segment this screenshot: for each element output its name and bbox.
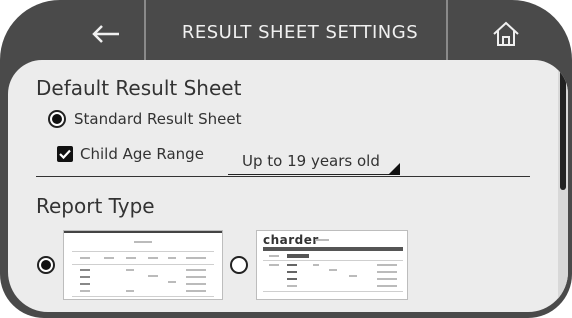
thumb-header-bar xyxy=(64,231,222,233)
thumb-line xyxy=(72,251,214,252)
thumb-text xyxy=(329,269,337,271)
thumb-header-bar xyxy=(263,247,403,251)
dropdown-corner-icon xyxy=(388,163,400,175)
child-age-range-checkbox[interactable] xyxy=(57,146,73,162)
thumb-text xyxy=(287,278,297,280)
standard-result-sheet-label: Standard Result Sheet xyxy=(74,110,242,128)
thumb-text xyxy=(287,264,297,266)
default-result-sheet-heading: Default Result Sheet xyxy=(36,76,242,100)
standard-report-thumbnail[interactable] xyxy=(63,230,223,300)
check-icon xyxy=(59,149,71,160)
thumb-text xyxy=(168,257,176,259)
thumb-text xyxy=(313,264,319,266)
top-bar: RESULT SHEET SETTINGS xyxy=(0,0,572,68)
thumb-line xyxy=(72,264,214,265)
thumb-text xyxy=(269,264,279,266)
back-arrow-icon xyxy=(92,25,119,43)
thumb-text xyxy=(377,271,397,273)
home-button[interactable] xyxy=(478,14,534,54)
thumb-text xyxy=(377,278,397,280)
charder-report-thumbnail[interactable]: charder xyxy=(256,230,408,300)
thumb-text xyxy=(148,275,158,277)
settings-panel: Default Result Sheet Standard Result She… xyxy=(8,60,568,312)
thumb-text xyxy=(349,275,357,277)
thumb-text xyxy=(80,276,90,278)
thumb-text xyxy=(269,255,279,257)
device-frame: RESULT SHEET SETTINGS Default Result She… xyxy=(0,0,572,318)
child-age-range-value: Up to 19 years old xyxy=(242,152,380,170)
thumb-text xyxy=(186,283,206,285)
thumb-title-text xyxy=(315,239,329,241)
thumb-text xyxy=(126,290,134,292)
child-age-range-dropdown[interactable]: Up to 19 years old xyxy=(228,152,400,175)
thumb-text xyxy=(186,269,206,271)
page-title: RESULT SHEET SETTINGS xyxy=(181,22,419,43)
thumb-text xyxy=(287,285,297,287)
thumb-text xyxy=(104,257,114,259)
thumb-line xyxy=(263,260,403,261)
header-divider-left xyxy=(144,0,146,68)
thumb-text xyxy=(186,276,206,278)
report-type-heading: Report Type xyxy=(36,194,155,218)
thumb-text xyxy=(148,257,158,259)
thumb-text xyxy=(126,257,136,259)
thumb-text xyxy=(186,290,206,292)
thumb-line xyxy=(72,296,214,297)
thumb-text xyxy=(168,281,176,283)
child-age-range-label: Child Age Range xyxy=(80,145,204,163)
thumb-brand-text: charder xyxy=(263,233,319,247)
thumb-text xyxy=(186,257,206,259)
header-divider-right xyxy=(446,0,448,68)
charder-report-radio[interactable] xyxy=(230,256,248,274)
thumb-title-text xyxy=(134,241,152,243)
thumb-text xyxy=(80,283,90,285)
thumb-text xyxy=(80,257,90,259)
standard-report-radio[interactable] xyxy=(37,256,55,274)
section-divider xyxy=(36,176,530,177)
back-button[interactable] xyxy=(78,14,134,54)
thumb-line xyxy=(263,291,403,292)
thumb-text xyxy=(126,269,134,271)
standard-result-sheet-radio[interactable] xyxy=(48,110,66,128)
thumb-text xyxy=(287,271,297,273)
thumb-header-block xyxy=(287,254,309,258)
thumb-text xyxy=(80,269,90,271)
home-icon xyxy=(493,21,519,46)
thumb-text xyxy=(377,285,397,287)
thumb-text xyxy=(80,290,90,292)
thumb-text xyxy=(377,264,397,266)
scrollbar-thumb[interactable] xyxy=(560,60,566,190)
